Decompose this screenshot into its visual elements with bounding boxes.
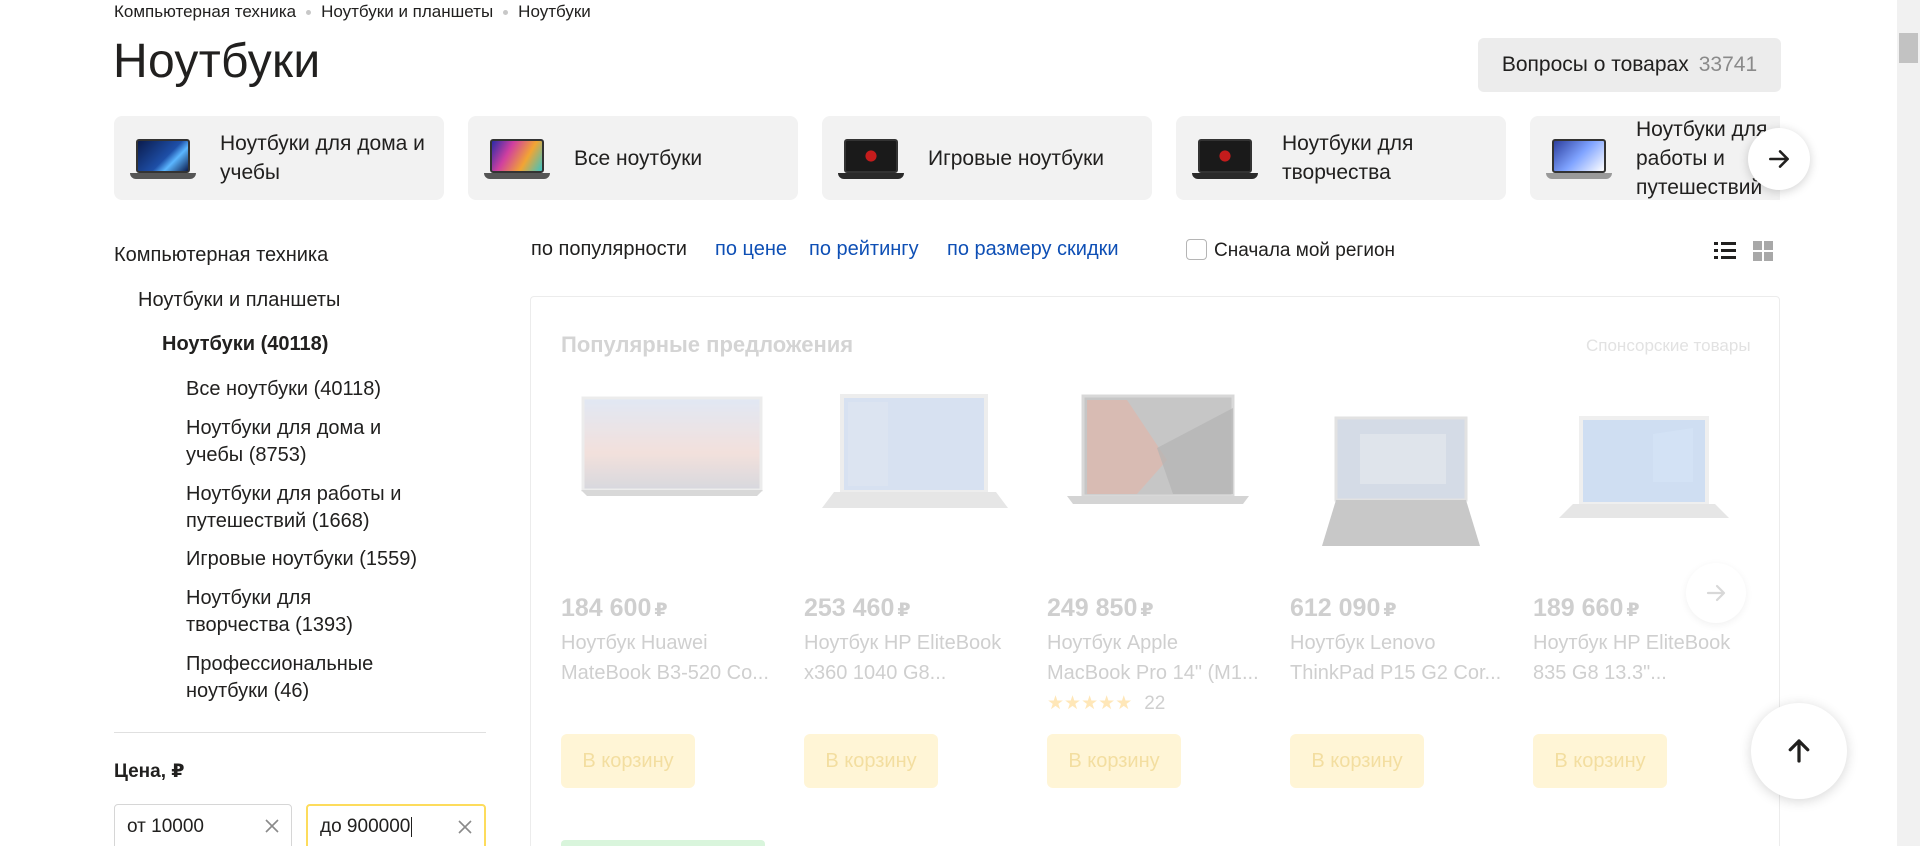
sidebar-item-label: Ноутбуки для дома и bbox=[186, 417, 382, 439]
page-title: Ноутбуки bbox=[113, 35, 321, 88]
product-price: 253 460 ₽ bbox=[804, 594, 911, 622]
product-questions-label: Вопросы о товарах bbox=[1501, 53, 1689, 76]
category-carousel: Ноутбуки для дома и учебы Все ноутбуки И… bbox=[114, 116, 1780, 200]
sort-by-discount[interactable]: по размеру скидки bbox=[947, 238, 1119, 261]
category-carousel-next-button[interactable] bbox=[1748, 128, 1810, 190]
product-price: 612 090 ₽ bbox=[1290, 594, 1397, 622]
sidebar-item-label: Профессиональные bbox=[186, 653, 374, 675]
add-to-cart-button[interactable]: В корзину bbox=[1047, 734, 1181, 788]
product-image bbox=[822, 394, 1008, 508]
sidebar-item-label: Ноутбуки для bbox=[186, 587, 312, 609]
category-card-home-study[interactable]: Ноутбуки для дома и учебы bbox=[114, 116, 444, 200]
product-image bbox=[1559, 416, 1729, 518]
sidebar-item-professional[interactable]: Профессиональные ноутбуки (46) bbox=[186, 651, 373, 705]
arrow-right-icon bbox=[1706, 584, 1726, 602]
product-rating: ★ ★ ★ ★ ★ 22 bbox=[1047, 692, 1165, 715]
laptop-blue-wallpaper-icon bbox=[128, 133, 198, 183]
price-to-input[interactable]: до 900000 bbox=[306, 804, 486, 846]
breadcrumb-separator bbox=[503, 9, 509, 15]
sort-by-rating[interactable]: по рейтингу bbox=[809, 238, 919, 261]
review-count: 22 bbox=[1144, 692, 1166, 714]
product-name[interactable]: Ноутбук HP EliteBook x360 1040 G8... bbox=[804, 628, 1026, 688]
my-region-first-checkbox[interactable] bbox=[1186, 239, 1207, 260]
offer-badge-strip bbox=[561, 840, 765, 846]
sidebar-item-computers[interactable]: Компьютерная техника bbox=[114, 242, 328, 269]
sidebar-item-gaming[interactable]: Игровые ноутбуки (1559) bbox=[186, 546, 417, 573]
sidebar-item-label: Игровые ноутбуки (1559) bbox=[186, 548, 418, 570]
sidebar-item-label: учебы (8753) bbox=[186, 444, 307, 466]
laptop-light-icon bbox=[1544, 133, 1614, 183]
add-to-cart-button[interactable]: В корзину bbox=[561, 734, 695, 788]
price-to-value: до 900000 bbox=[320, 816, 411, 837]
sidebar-item-all-laptops[interactable]: Все ноутбуки (40118) bbox=[186, 376, 381, 403]
price-filter-title: Цена, ₽ bbox=[114, 761, 185, 782]
star-icon: ★ bbox=[1047, 693, 1065, 714]
grid-view-icon[interactable] bbox=[1753, 241, 1773, 261]
sidebar-item-work-travel[interactable]: Ноутбуки для работы и путешествий (1668) bbox=[186, 481, 401, 535]
sidebar-item-laptops-current: Ноутбуки (40118) bbox=[162, 333, 329, 355]
product-name[interactable]: Ноутбук Apple MacBook Pro 14" (M1... bbox=[1047, 628, 1269, 688]
arrow-right-icon bbox=[1769, 150, 1789, 168]
product-name[interactable]: Ноутбук HP EliteBook 835 G8 13.3"... bbox=[1533, 628, 1755, 688]
price-from-value: от 10000 bbox=[127, 816, 204, 837]
product-price: 189 660 ₽ bbox=[1533, 594, 1640, 622]
category-card-label: Игровые ноутбуки bbox=[928, 146, 1105, 170]
add-to-cart-button[interactable]: В корзину bbox=[804, 734, 938, 788]
breadcrumb-item-laptops[interactable]: Ноутбуки bbox=[518, 2, 591, 22]
product-name[interactable]: Ноутбук Lenovo ThinkPad P15 G2 Cor... bbox=[1290, 628, 1512, 688]
product-name[interactable]: Ноутбук Huawei MateBook B3-520 Co... bbox=[561, 628, 783, 688]
popular-offers-title: Популярные предложения bbox=[561, 332, 854, 357]
breadcrumb: Компьютерная техника Ноутбуки и планшеты… bbox=[114, 2, 591, 22]
clear-icon[interactable] bbox=[263, 817, 281, 835]
sidebar-item-label: Ноутбуки для работы и bbox=[186, 483, 402, 505]
product-questions-button[interactable]: Вопросы о товарах 33741 bbox=[1478, 38, 1781, 92]
sidebar-item-label: творчества (1393) bbox=[186, 614, 353, 636]
page-scrollbar[interactable] bbox=[1897, 0, 1920, 846]
category-card-all-laptops[interactable]: Все ноутбуки bbox=[468, 116, 798, 200]
category-card-label: Ноутбуки для дома и учебы bbox=[220, 132, 425, 184]
sidebar-item-label: ноутбуки (46) bbox=[186, 680, 310, 702]
sponsored-label: Спонсорские товары bbox=[1586, 336, 1751, 355]
arrow-up-icon bbox=[1788, 739, 1810, 763]
product-image bbox=[1322, 416, 1480, 546]
sidebar-item-label: Все ноутбуки (40118) bbox=[186, 378, 382, 400]
laptop-colorful-icon bbox=[482, 133, 552, 183]
sidebar-item-laptops-tablets[interactable]: Ноутбуки и планшеты bbox=[138, 287, 340, 314]
gaming-laptop-icon bbox=[1190, 133, 1260, 183]
category-card-label: Все ноутбуки bbox=[574, 146, 703, 170]
sidebar-divider bbox=[114, 732, 486, 733]
scrollbar-thumb[interactable] bbox=[1899, 33, 1918, 63]
sidebar-item-home-study[interactable]: Ноутбуки для дома и учебы (8753) bbox=[186, 415, 381, 469]
category-card-work-travel[interactable]: Ноутбуки для работы и путешествий bbox=[1530, 116, 1780, 200]
product-image bbox=[1067, 394, 1249, 504]
list-view-icon[interactable] bbox=[1714, 240, 1736, 262]
add-to-cart-button[interactable]: В корзину bbox=[1290, 734, 1424, 788]
star-icon: ★ bbox=[1081, 693, 1099, 714]
add-to-cart-button[interactable]: В корзину bbox=[1533, 734, 1667, 788]
popular-offers-next-button[interactable] bbox=[1686, 563, 1746, 623]
category-card-label: Ноутбуки для творчества bbox=[1282, 132, 1414, 184]
price-from-input[interactable]: от 10000 bbox=[114, 804, 292, 846]
product-questions-count: 33741 bbox=[1698, 53, 1758, 76]
breadcrumb-separator bbox=[306, 9, 312, 15]
breadcrumb-item-laptops-tablets[interactable]: Ноутбуки и планшеты bbox=[321, 2, 493, 22]
breadcrumb-item-computers[interactable]: Компьютерная техника bbox=[114, 2, 296, 22]
sidebar-item-label: путешествий (1668) bbox=[186, 510, 370, 532]
category-card-gaming[interactable]: Игровые ноутбуки bbox=[822, 116, 1152, 200]
gaming-laptop-icon bbox=[836, 133, 906, 183]
star-icon: ★ bbox=[1064, 693, 1082, 714]
star-icon: ★ bbox=[1098, 693, 1116, 714]
my-region-first-label: Сначала мой регион bbox=[1214, 240, 1396, 261]
sidebar-item-creative[interactable]: Ноутбуки для творчества (1393) bbox=[186, 585, 353, 639]
product-price: 249 850 ₽ bbox=[1047, 594, 1154, 622]
sort-by-price[interactable]: по цене bbox=[715, 238, 787, 261]
scroll-to-top-button[interactable] bbox=[1751, 703, 1847, 799]
product-price: 184 600 ₽ bbox=[561, 594, 668, 622]
category-card-creative[interactable]: Ноутбуки для творчества bbox=[1176, 116, 1506, 200]
product-image bbox=[581, 396, 763, 496]
sort-by-popularity[interactable]: по популярности bbox=[531, 238, 687, 261]
star-half-icon: ★ bbox=[1115, 693, 1133, 714]
clear-icon[interactable] bbox=[456, 818, 474, 836]
